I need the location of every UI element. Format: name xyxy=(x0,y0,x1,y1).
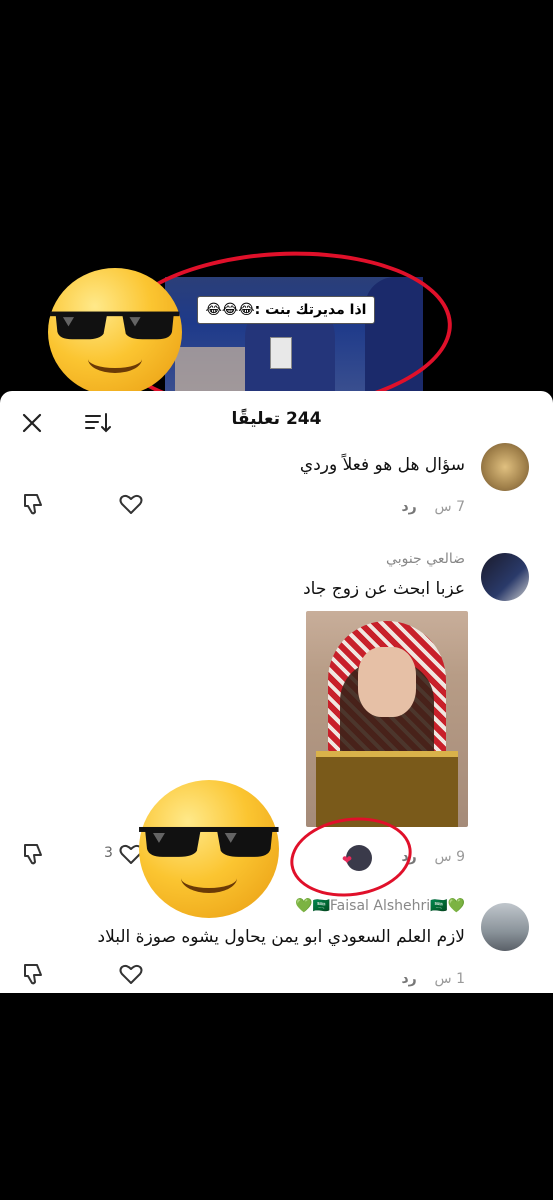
comment-text: عزبا ابحث عن زوج جاد xyxy=(303,579,465,599)
dislike-icon[interactable] xyxy=(20,841,46,867)
bottom-black-area xyxy=(0,993,553,1200)
sunglasses-emoji xyxy=(139,780,279,918)
smile-mouth xyxy=(181,863,237,893)
sort-icon[interactable] xyxy=(84,411,112,435)
comments-count-title: 244 تعليقًا xyxy=(231,409,322,429)
image-face xyxy=(358,647,416,717)
comments-panel: 244 تعليقًا سؤال هل هو فعلاً وردي 7 س رد… xyxy=(0,391,553,993)
avatar[interactable] xyxy=(481,443,529,491)
avatar[interactable] xyxy=(481,903,529,951)
dislike-icon[interactable] xyxy=(20,491,46,517)
close-icon[interactable] xyxy=(20,411,44,435)
comment-time: 1 س xyxy=(434,971,465,987)
comment-image[interactable] xyxy=(306,611,468,827)
comment-meta: 7 س رد xyxy=(401,499,465,515)
like-heart-icon[interactable] xyxy=(118,961,144,987)
comment-time: 9 س xyxy=(434,849,465,865)
reply-button[interactable]: رد xyxy=(401,971,416,987)
like-heart-icon[interactable] xyxy=(118,491,144,517)
comment-meta: 1 س رد xyxy=(401,971,465,987)
smile-mouth xyxy=(88,345,142,373)
image-cloak xyxy=(316,751,458,827)
comment-username[interactable]: ضالعي جنوبي xyxy=(386,551,465,567)
like-count: 3 xyxy=(104,845,113,861)
reply-button[interactable]: رد xyxy=(401,499,416,515)
dislike-icon[interactable] xyxy=(20,961,46,987)
comment-text: لازم العلم السعودي ابو يمن يحاول يشوه صو… xyxy=(97,927,465,947)
comment-text: سؤال هل هو فعلاً وردي xyxy=(299,455,465,475)
comment-username[interactable]: 💚🇸🇦Faisal Alshehri🇸🇦💚 xyxy=(295,898,465,914)
sunglasses-icon xyxy=(50,311,180,340)
sunglasses-icon xyxy=(139,827,279,858)
avatar[interactable] xyxy=(481,553,529,601)
comment-time: 7 س xyxy=(434,499,465,515)
sunglasses-emoji xyxy=(48,268,182,396)
